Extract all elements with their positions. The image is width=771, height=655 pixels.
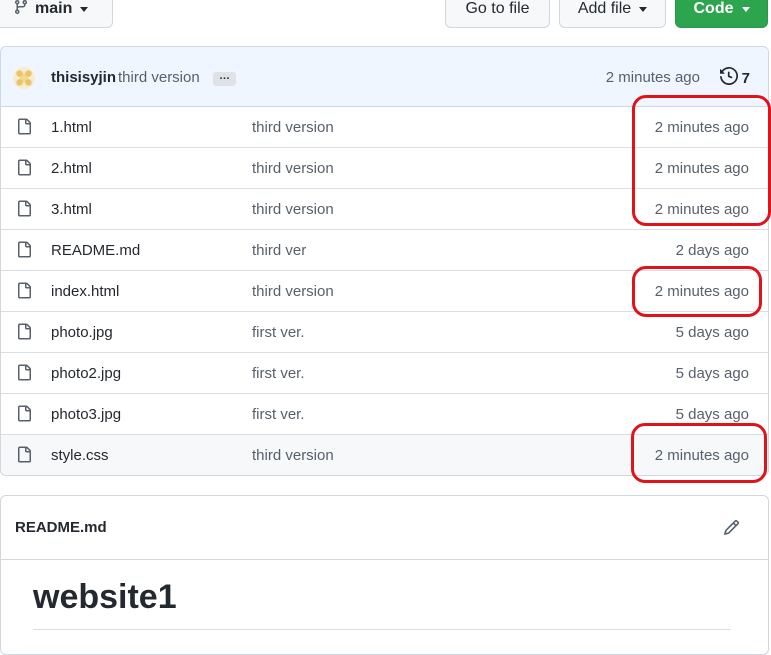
- file-commit-message-link[interactable]: third version: [252, 119, 334, 136]
- table-row[interactable]: README.md third ver 2 days ago: [1, 230, 768, 271]
- file-commit-message-link[interactable]: first ver.: [252, 406, 305, 423]
- code-button[interactable]: Code: [675, 0, 768, 28]
- file-name-link[interactable]: index.html: [51, 283, 119, 300]
- annotation-highlight: [631, 423, 767, 483]
- file-commit-age: 5 days ago: [675, 365, 749, 382]
- history-count: 7: [741, 69, 750, 87]
- file-commit-message-link[interactable]: first ver.: [252, 365, 305, 382]
- add-file-button[interactable]: Add file: [559, 0, 666, 28]
- file-name-link[interactable]: photo2.jpg: [51, 365, 121, 382]
- file-name-link[interactable]: 2.html: [51, 160, 92, 177]
- commit-time: 2 minutes ago: [605, 69, 700, 86]
- commit-message-link[interactable]: third version: [118, 69, 200, 86]
- branch-name: main: [35, 0, 73, 17]
- file-icon: [16, 446, 32, 467]
- heading-divider: [33, 629, 731, 630]
- file-icon: [16, 405, 32, 426]
- file-name-link[interactable]: 3.html: [51, 201, 92, 218]
- file-name-link[interactable]: 1.html: [51, 119, 92, 136]
- annotation-highlight: [632, 95, 771, 226]
- readme-filename: README.md: [15, 519, 107, 536]
- go-to-file-label: Go to file: [465, 0, 530, 17]
- history-icon: [719, 66, 738, 89]
- avatar[interactable]: [13, 67, 35, 89]
- branch-select-button[interactable]: main: [0, 0, 113, 28]
- file-name-link[interactable]: photo3.jpg: [51, 406, 121, 423]
- expand-commit-button[interactable]: …: [213, 71, 236, 86]
- commit-history-link[interactable]: 7: [719, 66, 750, 89]
- pencil-icon[interactable]: [723, 519, 740, 540]
- table-row[interactable]: photo2.jpg first ver. 5 days ago: [1, 353, 768, 394]
- file-name-link[interactable]: photo.jpg: [51, 324, 113, 341]
- file-icon: [16, 159, 32, 180]
- file-icon: [16, 282, 32, 303]
- git-branch-icon: [13, 0, 29, 20]
- readme-header: README.md: [1, 496, 768, 560]
- file-icon: [16, 200, 32, 221]
- chevron-down-icon: [639, 6, 648, 12]
- chevron-down-icon: [741, 6, 750, 12]
- file-icon: [16, 118, 32, 139]
- readme-panel: README.md website1: [0, 495, 769, 655]
- file-commit-message-link[interactable]: first ver.: [252, 324, 305, 341]
- file-name-link[interactable]: README.md: [51, 242, 140, 259]
- file-icon: [16, 241, 32, 262]
- readme-heading: website1: [33, 578, 177, 616]
- file-commit-message-link[interactable]: third version: [252, 447, 334, 464]
- file-commit-age: 5 days ago: [675, 406, 749, 423]
- file-icon: [16, 364, 32, 385]
- file-icon: [16, 323, 32, 344]
- file-commit-message-link[interactable]: third ver: [252, 242, 306, 259]
- file-commit-message-link[interactable]: third version: [252, 283, 334, 300]
- file-name-link[interactable]: style.css: [51, 447, 109, 464]
- file-commit-age: 2 days ago: [675, 242, 749, 259]
- file-commit-age: 5 days ago: [675, 324, 749, 341]
- code-label: Code: [693, 0, 734, 17]
- add-file-label: Add file: [577, 0, 632, 17]
- annotation-highlight: [632, 266, 762, 317]
- file-commit-message-link[interactable]: third version: [252, 201, 334, 218]
- table-row[interactable]: photo.jpg first ver. 5 days ago: [1, 312, 768, 353]
- file-commit-message-link[interactable]: third version: [252, 160, 334, 177]
- commit-author-link[interactable]: thisisyjin: [51, 69, 116, 86]
- go-to-file-button[interactable]: Go to file: [445, 0, 550, 28]
- chevron-down-icon: [80, 6, 89, 12]
